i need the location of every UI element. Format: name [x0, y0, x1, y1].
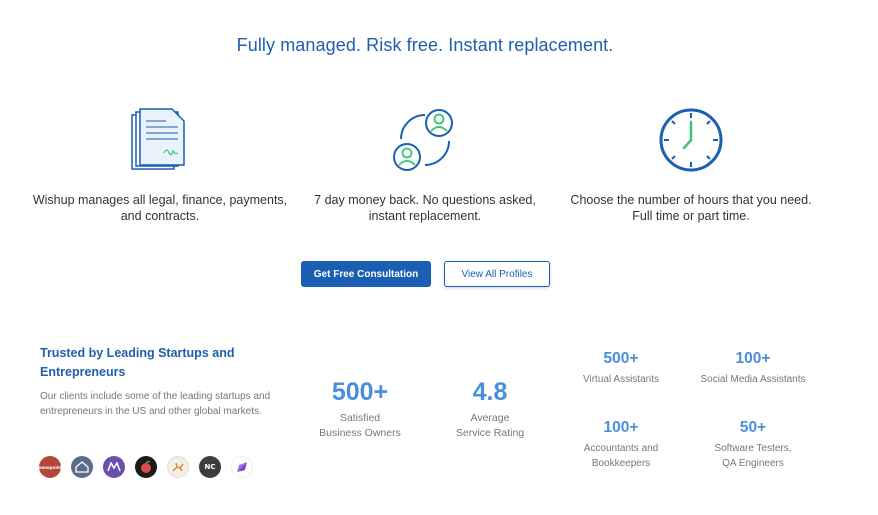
home-logo	[71, 456, 93, 478]
stat-software-testers: 50+ Software Testers, QA Engineers	[683, 419, 823, 471]
stat-accountants: 100+ Accountants and Bookkeepers	[551, 419, 691, 471]
nanopoint-logo: nanopoint	[39, 456, 61, 478]
stat-number: 100+	[735, 350, 771, 367]
view-all-profiles-button[interactable]: View All Profiles	[444, 261, 550, 287]
feature-text: Wishup manages all legal, finance, payme…	[32, 193, 288, 223]
stat-service-rating: 4.8 Average Service Rating	[445, 378, 535, 441]
feature-text: Choose the number of hours that you need…	[570, 193, 812, 223]
stat-satisfied-owners: 500+ Satisfied Business Owners	[310, 378, 410, 441]
stat-label: Virtual Assistants	[583, 374, 659, 385]
stat-number: 50+	[739, 419, 767, 436]
stat-number: 500+	[603, 350, 639, 367]
stat-label: Social Media Assistants	[700, 374, 806, 385]
stat-virtual-assistants: 500+ Virtual Assistants	[551, 350, 691, 387]
nc-logo: NC	[199, 456, 221, 478]
stat-number: 100+	[603, 419, 639, 436]
feature-text: 7 day money back. No questions asked, in…	[314, 193, 536, 223]
fruit-logo	[135, 456, 157, 478]
m-logo	[103, 456, 125, 478]
stat-number: 500+	[331, 378, 389, 406]
get-free-consultation-button[interactable]: Get Free Consultation	[301, 261, 431, 287]
clock-icon	[561, 105, 821, 175]
stat-label: Satisfied Business Owners	[319, 412, 401, 439]
replacement-users-icon	[295, 105, 555, 175]
feature-hours: Choose the number of hours that you need…	[561, 105, 821, 224]
stat-label: Average Service Rating	[455, 412, 525, 439]
trust-description: Our clients include some of the leading …	[40, 391, 271, 417]
client-logos: nanopoint NC	[39, 456, 253, 478]
trust-title: Trusted by Leading Startups and Entrepre…	[40, 346, 235, 379]
stat-label: Software Testers, QA Engineers	[714, 443, 792, 469]
stat-social-media-assistants: 100+ Social Media Assistants	[683, 350, 823, 387]
headline: Fully managed. Risk free. Instant replac…	[236, 35, 614, 55]
feature-replacement: 7 day money back. No questions asked, in…	[295, 105, 555, 224]
feature-legal: Wishup manages all legal, finance, payme…	[30, 105, 290, 224]
legal-documents-icon	[30, 105, 290, 175]
deer-logo	[167, 456, 189, 478]
arrow-logo	[231, 456, 253, 478]
stat-label: Accountants and Bookkeepers	[583, 443, 659, 469]
stat-number: 4.8	[472, 378, 508, 406]
